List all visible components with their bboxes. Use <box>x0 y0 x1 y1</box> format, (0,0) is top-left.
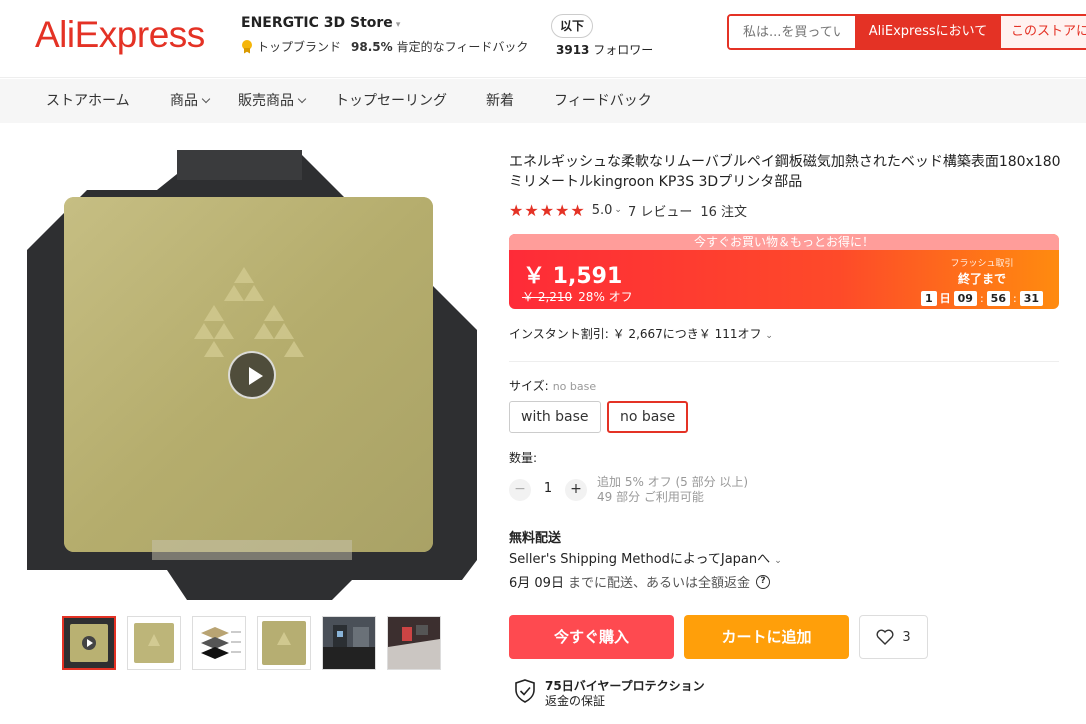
instant-discount[interactable]: インスタント割引: ￥ 2,667につき￥ 111オフ ⌄ <box>509 325 773 342</box>
search-input[interactable] <box>729 16 855 48</box>
quantity-note: 追加 5% オフ (5 部分 以上) 49 部分 ご利用可能 <box>597 475 748 505</box>
thumbnail-plate-2[interactable] <box>257 616 311 670</box>
store-info: ENERGTIC 3D Store ▾ トップブランド 98.5% 肯定的なフィー… <box>241 15 528 55</box>
flash-deal-title: フラッシュ取引 <box>950 259 1014 269</box>
flash-deal: フラッシュ取引 終了まで 1 日 09: 56: 31 <box>919 256 1045 306</box>
follow-button[interactable]: 以下 <box>551 14 593 38</box>
product-main-image[interactable] <box>27 150 477 600</box>
divider <box>509 361 1059 362</box>
buyer-protection: 75日バイヤープロテクション 返金の保証 <box>514 679 705 709</box>
rating-value[interactable]: 5.0 <box>592 203 613 218</box>
stock-available-note: 49 部分 ご利用可能 <box>597 490 704 504</box>
nav-sale-items[interactable]: 販売商品 <box>238 79 307 123</box>
original-price: ￥ 2,210 <box>522 290 573 304</box>
aliexpress-logo[interactable]: AliExpress <box>35 14 205 56</box>
size-option-no-base[interactable]: no base <box>607 401 689 433</box>
star-rating-icon: ★★★★★ <box>509 200 586 220</box>
chevron-down-icon[interactable]: ⌄ <box>614 205 622 215</box>
thumbnail-plate-image <box>128 617 180 669</box>
buy-now-button[interactable]: 今すぐ購入 <box>509 615 674 659</box>
timer-days: 1 <box>920 290 937 306</box>
nav-new-arrivals[interactable]: 新着 <box>486 79 514 123</box>
chevron-down-icon: ⌄ <box>765 331 773 341</box>
timer-minutes: 56 <box>986 290 1010 306</box>
original-price-row: ￥ 2,210 28% オフ <box>522 288 633 305</box>
chevron-down-icon: ⌄ <box>774 556 782 566</box>
review-count[interactable]: 7 レビュー <box>628 201 692 220</box>
header: AliExpress ENERGTIC 3D Store ▾ トップブランド 98… <box>0 0 1086 78</box>
thumbnail-plate[interactable] <box>127 616 181 670</box>
feedback-percent: 98.5% <box>351 39 393 54</box>
flash-deal-ends-in: 終了まで <box>957 272 1006 286</box>
price-box: 今すぐお買い物＆もっとお得に！ ￥ 1,591 ￥ 2,210 28% オフ フラ… <box>509 234 1059 309</box>
countdown-timer: 1 日 09: 56: 31 <box>919 290 1045 306</box>
delivery-note: までに配送、あるいは全額返金 <box>567 576 750 591</box>
shield-check-icon <box>515 679 535 703</box>
top-brand-label: トップブランド <box>257 40 342 54</box>
timer-day-label: 日 <box>939 292 951 305</box>
thumbnail-plate-2-image <box>258 617 310 669</box>
protection-subtitle: 返金の保証 <box>545 694 606 708</box>
quantity-label: 数量: <box>509 451 538 465</box>
thumbnail-print-image <box>388 617 440 669</box>
nav-feedback[interactable]: フィードバック <box>554 79 652 123</box>
thumbnail-printer-image <box>323 617 375 669</box>
protection-title: 75日バイヤープロテクション <box>545 679 705 693</box>
play-video-button[interactable] <box>228 351 276 399</box>
nav-top-selling[interactable]: トップセーリング <box>335 79 447 123</box>
delivery-date: 6月 09日 <box>509 576 564 591</box>
size-selected-value: no base <box>552 380 597 393</box>
caret-down-icon[interactable]: ▾ <box>396 20 401 30</box>
wishlist-button[interactable]: 3 <box>859 615 928 659</box>
store-nav: ストアホーム 商品 販売商品 トップセーリング 新着 フィードバック <box>0 79 1086 123</box>
discount-label: 28% オフ <box>578 290 633 304</box>
medal-icon <box>241 39 253 54</box>
shipping-method[interactable]: Seller's Shipping MethodによってJapanへ ⌄ <box>509 548 782 567</box>
current-price: ￥ 1,591 <box>523 264 623 289</box>
thumbnail-layers-image <box>193 617 245 669</box>
delivery-estimate: 6月 09日 までに配送、あるいは全額返金? <box>509 572 770 591</box>
followers: 3913 フォロワー <box>556 43 654 57</box>
feedback-label: 肯定的なフィードバック <box>396 40 529 54</box>
nav-store-home[interactable]: ストアホーム <box>46 79 130 123</box>
chevron-down-icon <box>297 94 307 104</box>
wishlist-count: 3 <box>902 629 911 645</box>
product-title: エネルギッシュな柔軟なリムーバブルペイ鋼板磁気加熱されたベッド構築表面180x1… <box>509 154 1061 190</box>
order-count: 16 注文 <box>700 204 748 220</box>
help-icon[interactable]: ? <box>755 574 770 589</box>
shipping-title: 無料配送 <box>509 531 562 546</box>
timer-hours: 09 <box>953 290 977 306</box>
thumbnail-strip <box>62 616 441 670</box>
heart-icon <box>876 629 894 645</box>
thumbnail-video[interactable] <box>62 616 116 670</box>
chevron-down-icon <box>201 94 211 104</box>
size-label: サイズ: no base <box>509 379 597 393</box>
thumbnail-video-image <box>64 618 114 668</box>
store-name[interactable]: ENERGTIC 3D Store ▾ <box>241 15 528 31</box>
price-banner: 今すぐお買い物＆もっとお得に！ <box>509 234 1059 250</box>
thumbnail-layers[interactable] <box>192 616 246 670</box>
thumbnail-printer[interactable] <box>322 616 376 670</box>
timer-seconds: 31 <box>1019 290 1044 306</box>
add-to-cart-button[interactable]: カートに追加 <box>684 615 849 659</box>
search-aliexpress-button[interactable]: AliExpressにおいて <box>855 16 1001 48</box>
nav-products[interactable]: 商品 <box>170 79 211 123</box>
store-meta: トップブランド 98.5% 肯定的なフィードバック <box>241 38 528 55</box>
search-bar: AliExpressにおいて このストアに <box>727 14 1086 50</box>
bulk-discount-note: 追加 5% オフ (5 部分 以上) <box>597 475 749 489</box>
quantity-input[interactable]: 1 <box>541 481 555 496</box>
size-option-with-base[interactable]: with base <box>509 401 601 433</box>
quantity-decrease-button[interactable]: − <box>509 479 531 501</box>
thumbnail-print[interactable] <box>387 616 441 670</box>
search-store-button[interactable]: このストアに <box>1001 16 1086 48</box>
rating-row: ★★★★★ 5.0 ⌄ 7 レビュー 16 注文 <box>509 200 747 220</box>
quantity-increase-button[interactable]: + <box>565 479 587 501</box>
